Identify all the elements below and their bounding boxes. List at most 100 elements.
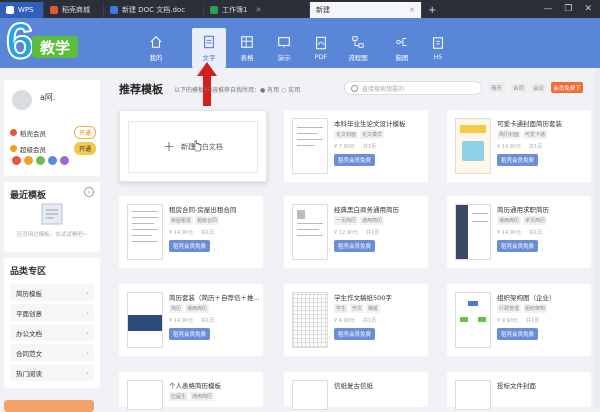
category-label: 流程图 — [348, 53, 368, 62]
slide-icon — [278, 36, 290, 47]
scrollbar[interactable] — [594, 68, 600, 407]
category-zone-item[interactable]: 平面创意 › — [10, 304, 94, 321]
template-vip-button[interactable]: 稻壳会员免费 — [169, 328, 211, 340]
vip-free-button[interactable]: 会员免费下 — [551, 82, 583, 93]
category-zone-label: 热门阅读 — [16, 369, 42, 378]
logo-digit: 6 — [5, 13, 35, 69]
category-pdf[interactable]: PDF — [304, 28, 338, 68]
template-card[interactable]: 经典黑白商务通用简历 一页简历 通用简历 ¥ 12.90元 共1页 稻壳会员免费 — [284, 196, 428, 268]
category-zone-item[interactable]: 办公文档 › — [10, 324, 94, 341]
add-tab-button[interactable]: + — [422, 2, 442, 18]
open-super-member-button[interactable]: 开通 — [73, 142, 96, 155]
chevron-right-icon: › — [86, 308, 89, 317]
flame-icon — [50, 6, 58, 14]
category-h5[interactable]: H5 — [421, 28, 455, 68]
category-zone-item[interactable]: 简历模板 › — [10, 284, 94, 301]
template-vip-button[interactable]: 稻壳会员免费 — [334, 154, 376, 166]
page-title: 推荐模板 — [119, 83, 163, 96]
template-vip-button[interactable]: 稻壳会员免费 — [169, 240, 211, 252]
template-card[interactable]: 可爱卡通封面简历套装 简历封面 可爱卡通 ¥ 14.90元 共1页 稻壳会员免费 — [447, 110, 591, 182]
search-tag[interactable]: 会议 — [530, 83, 548, 93]
tab-workbook[interactable]: 工作簿1 ✕ — [204, 2, 310, 18]
search-placeholder: 直接搜索想要的 — [362, 85, 405, 93]
pdf-icon — [316, 36, 326, 49]
template-card[interactable]: 简历通用求职简历 通用简历 单页简历 ¥ 14.90元 共1页 稻壳会员免费 — [447, 196, 591, 268]
template-tag: 通用简历 — [185, 304, 210, 313]
template-thumbnail — [455, 380, 491, 410]
close-icon[interactable]: ✕ — [584, 4, 592, 14]
search-tag[interactable]: 合同 — [510, 83, 528, 93]
template-card[interactable]: 学生作文稿纸500字 学生 作文 稿纸 ¥ 4.90元 共1页 稻壳会员免费 — [284, 284, 428, 356]
tab-label: 新建 DOC 文档.doc — [122, 6, 186, 14]
close-tab-icon[interactable]: ✕ — [255, 6, 261, 14]
category-flow[interactable]: 流程图 — [341, 28, 375, 68]
category-zone-item[interactable]: 合同范文 › — [10, 344, 94, 361]
category-label: 表格 — [240, 53, 254, 62]
template-card[interactable]: 投标文件封面 — [447, 372, 591, 410]
tab-docer[interactable]: 稻壳商城 — [44, 2, 104, 18]
sheet-icon — [241, 35, 253, 48]
category-sheet[interactable]: 表格 — [230, 28, 264, 68]
flow-icon — [352, 35, 364, 48]
template-vip-button[interactable]: 稻壳会员免费 — [334, 328, 376, 340]
user-card: a阿. 稻壳会员 开通 超级会员 开通 — [4, 80, 100, 176]
template-pages: 共1页 — [201, 230, 215, 236]
category-zone-title: 品类专区 — [10, 267, 47, 277]
template-price: ¥ 9.90元 — [497, 318, 518, 324]
restore-icon[interactable]: ❐ — [564, 4, 572, 14]
window-controls: — ❐ ✕ — [543, 0, 600, 18]
template-card[interactable]: 信纸复古信纸 — [284, 372, 428, 410]
doc-icon — [204, 35, 214, 48]
template-pages: 共1页 — [201, 318, 215, 324]
template-card[interactable]: 组织架构图（企业） 行政管理 组织架构 ¥ 9.90元 共1页 稻壳会员免费 — [447, 284, 591, 356]
template-thumbnail — [455, 292, 491, 348]
category-slide[interactable]: 演示 — [267, 28, 301, 68]
template-tag: 学生 — [334, 304, 349, 313]
category-label: 我的 — [149, 53, 163, 62]
tab-new[interactable]: 新建 ✕ — [310, 2, 422, 18]
template-title: 信纸复古信纸 — [334, 382, 373, 390]
template-thumbnail — [455, 118, 491, 174]
category-zone-label: 办公文档 — [16, 329, 42, 338]
template-card[interactable]: 租房合同-房屋出租合同 房屋租赁 租房合同 ¥ 14.90元 共1页 稻壳会员免费 — [119, 196, 263, 268]
tab-doc[interactable]: 新建 DOC 文档.doc — [104, 2, 204, 18]
template-card[interactable]: 个人表格简历模板 应届生 通用简历 — [119, 372, 263, 410]
super-member-row: 超级会员 开通 — [10, 142, 96, 155]
recent-empty-text: 还没用过模板，去试试看吧~ — [16, 232, 88, 238]
category-mind[interactable]: 脑图 — [385, 28, 419, 68]
template-vip-button[interactable]: 稻壳会员免费 — [334, 240, 376, 252]
search-input[interactable]: 直接搜索想要的 — [344, 81, 482, 95]
template-price: ¥ 14.90元 — [497, 230, 522, 236]
category-label: 演示 — [277, 53, 291, 62]
member-label: 稻壳会员 — [20, 129, 46, 138]
category-my[interactable]: 我的 — [139, 28, 173, 68]
close-tab-icon[interactable]: ✕ — [409, 6, 415, 14]
template-tag: 可爱卡通 — [523, 130, 548, 139]
template-vip-button[interactable]: 稻壳会员免费 — [497, 240, 539, 252]
template-vip-button[interactable]: 稻壳会员免费 — [497, 154, 539, 166]
category-zone-item[interactable]: 热门阅读 › — [10, 364, 94, 381]
category-zone-label: 平面创意 — [16, 309, 42, 318]
template-card[interactable]: 简历套装（简历＋自荐信＋推... 简历 通用简历 ¥ 14.90元 共1页 稻壳会员… — [119, 284, 263, 356]
template-tag: 房屋租赁 — [169, 216, 194, 225]
template-tag: 行政管理 — [497, 304, 522, 313]
user-name: a阿. — [40, 93, 56, 102]
category-zone-label: 合同范文 — [16, 349, 42, 358]
promo-banner[interactable] — [4, 400, 94, 412]
template-tag: 单页简历 — [523, 216, 548, 225]
recent-templates-card: 最近模板 › 还没用过模板，去试试看吧~ — [4, 182, 100, 252]
arrow-right-icon[interactable]: › — [84, 187, 94, 197]
search-tag[interactable]: 简历 — [488, 83, 506, 93]
avatar[interactable] — [12, 90, 32, 110]
medal-icon — [24, 156, 33, 165]
minimize-icon[interactable]: — — [543, 4, 552, 14]
category-label: PDF — [314, 52, 328, 61]
template-pages: 共1页 — [366, 230, 380, 236]
recommend-filter: 以下的模板/内容推荐自我所用：● 有用 ○ 实用 — [174, 87, 301, 94]
template-card[interactable]: 本科毕业生论文设计模板 论文封面 论文模式 ¥ 7.90元 共1页 稻壳会员免费 — [284, 110, 428, 182]
tab-label: 稻壳商城 — [62, 6, 90, 14]
open-member-button[interactable]: 开通 — [73, 126, 96, 139]
medal-icon — [36, 156, 45, 165]
template-vip-button[interactable]: 稻壳会员免费 — [497, 328, 539, 340]
title-bar: WPS 稻壳商城 新建 DOC 文档.doc 工作簿1 ✕ 新建 ✕ + — [0, 0, 600, 18]
